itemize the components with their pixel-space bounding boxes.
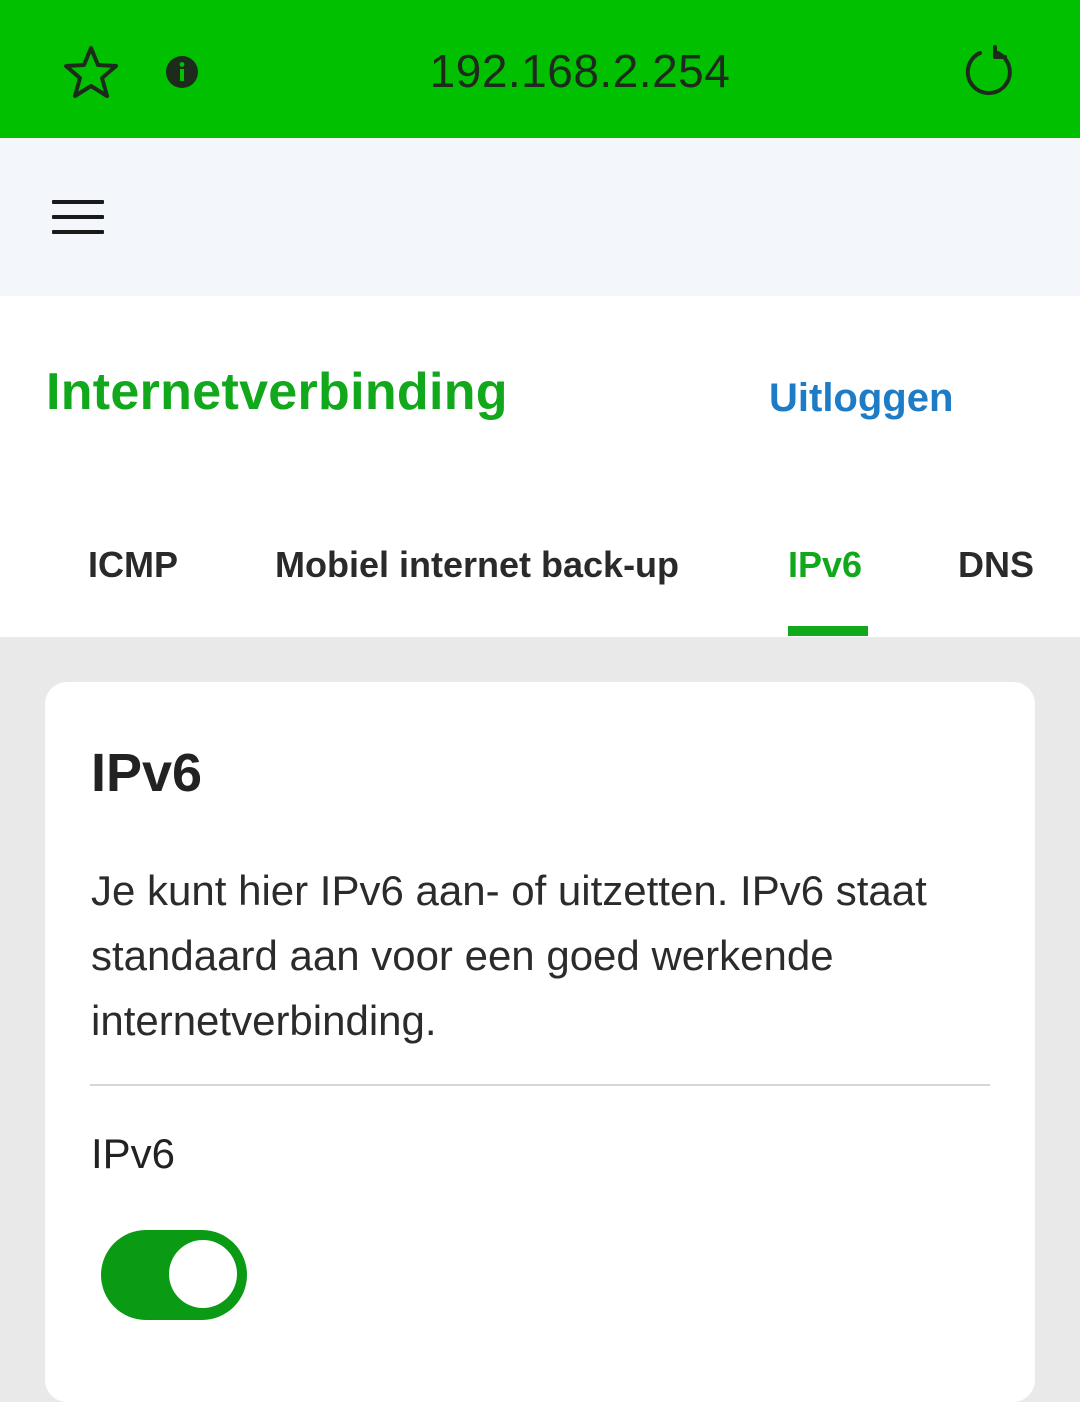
url-text[interactable]: 192.168.2.254 xyxy=(0,44,1080,98)
tab-icmp[interactable]: ICMP xyxy=(88,544,178,586)
logout-link[interactable]: Uitloggen xyxy=(769,376,953,421)
divider xyxy=(90,1084,990,1086)
hamburger-menu-icon[interactable] xyxy=(52,198,106,236)
browser-address-bar: 192.168.2.254 xyxy=(0,0,1080,138)
card-description: Je kunt hier IPv6 aan- of uitzetten. IPv… xyxy=(91,867,927,1044)
tab-bar: ICMP Mobiel internet back-up IPv6 DNS xyxy=(0,544,1080,637)
page-header: Internetverbinding Uitloggen ICMP Mobiel… xyxy=(0,296,1080,637)
ipv6-toggle[interactable] xyxy=(101,1230,247,1320)
ipv6-card: IPv6 Je kunt hier IPv6 aan- of uitzetten… xyxy=(45,682,1035,1402)
toggle-knob xyxy=(169,1240,237,1308)
tab-ipv6[interactable]: IPv6 xyxy=(788,544,862,586)
page-title: Internetverbinding xyxy=(46,363,508,421)
tab-dns[interactable]: DNS xyxy=(958,544,1034,586)
tab-mobiel-internet-backup[interactable]: Mobiel internet back-up xyxy=(275,544,679,586)
ipv6-toggle-label: IPv6 xyxy=(91,1130,176,1177)
reload-icon[interactable] xyxy=(962,44,1016,98)
card-title: IPv6 xyxy=(91,743,203,803)
app-header xyxy=(0,138,1080,296)
active-tab-indicator xyxy=(788,626,868,636)
